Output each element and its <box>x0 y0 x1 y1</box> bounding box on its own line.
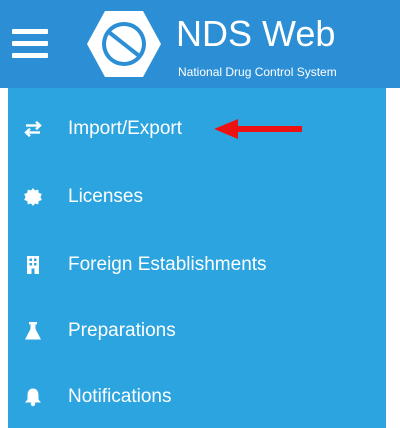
swap-arrows-icon <box>24 120 42 138</box>
sidebar-item-notifications[interactable]: Notifications <box>8 372 386 422</box>
sidebar-item-label: Licenses <box>68 186 143 207</box>
red-arrow-annotation <box>214 119 302 139</box>
sidebar-item-foreign-establishments[interactable]: Foreign Establishments <box>8 240 386 290</box>
pill-hexagon-logo <box>87 11 161 77</box>
sidebar-item-label: Preparations <box>68 320 176 341</box>
app-title: NDS Web <box>176 13 336 54</box>
app-subtitle: National Drug Control System <box>178 65 337 79</box>
sidebar-menu: Import/Export Licenses Foreign Establish… <box>8 88 386 428</box>
building-icon <box>27 256 39 274</box>
hamburger-menu-icon[interactable] <box>12 29 48 59</box>
sidebar-item-import-export[interactable]: Import/Export <box>8 104 386 154</box>
sidebar-item-preparations[interactable]: Preparations <box>8 306 386 356</box>
sidebar-item-licenses[interactable]: Licenses <box>8 172 386 222</box>
sidebar-item-label: Import/Export <box>68 118 183 139</box>
app-window: NDS Web National Drug Control System Imp… <box>0 0 400 428</box>
flask-icon <box>25 322 41 340</box>
sidebar-item-label: Foreign Establishments <box>68 254 267 275</box>
seal-badge-icon <box>24 188 42 206</box>
app-header: NDS Web National Drug Control System <box>0 0 400 88</box>
sidebar-item-label: Notifications <box>68 386 172 407</box>
bell-icon <box>25 388 41 407</box>
